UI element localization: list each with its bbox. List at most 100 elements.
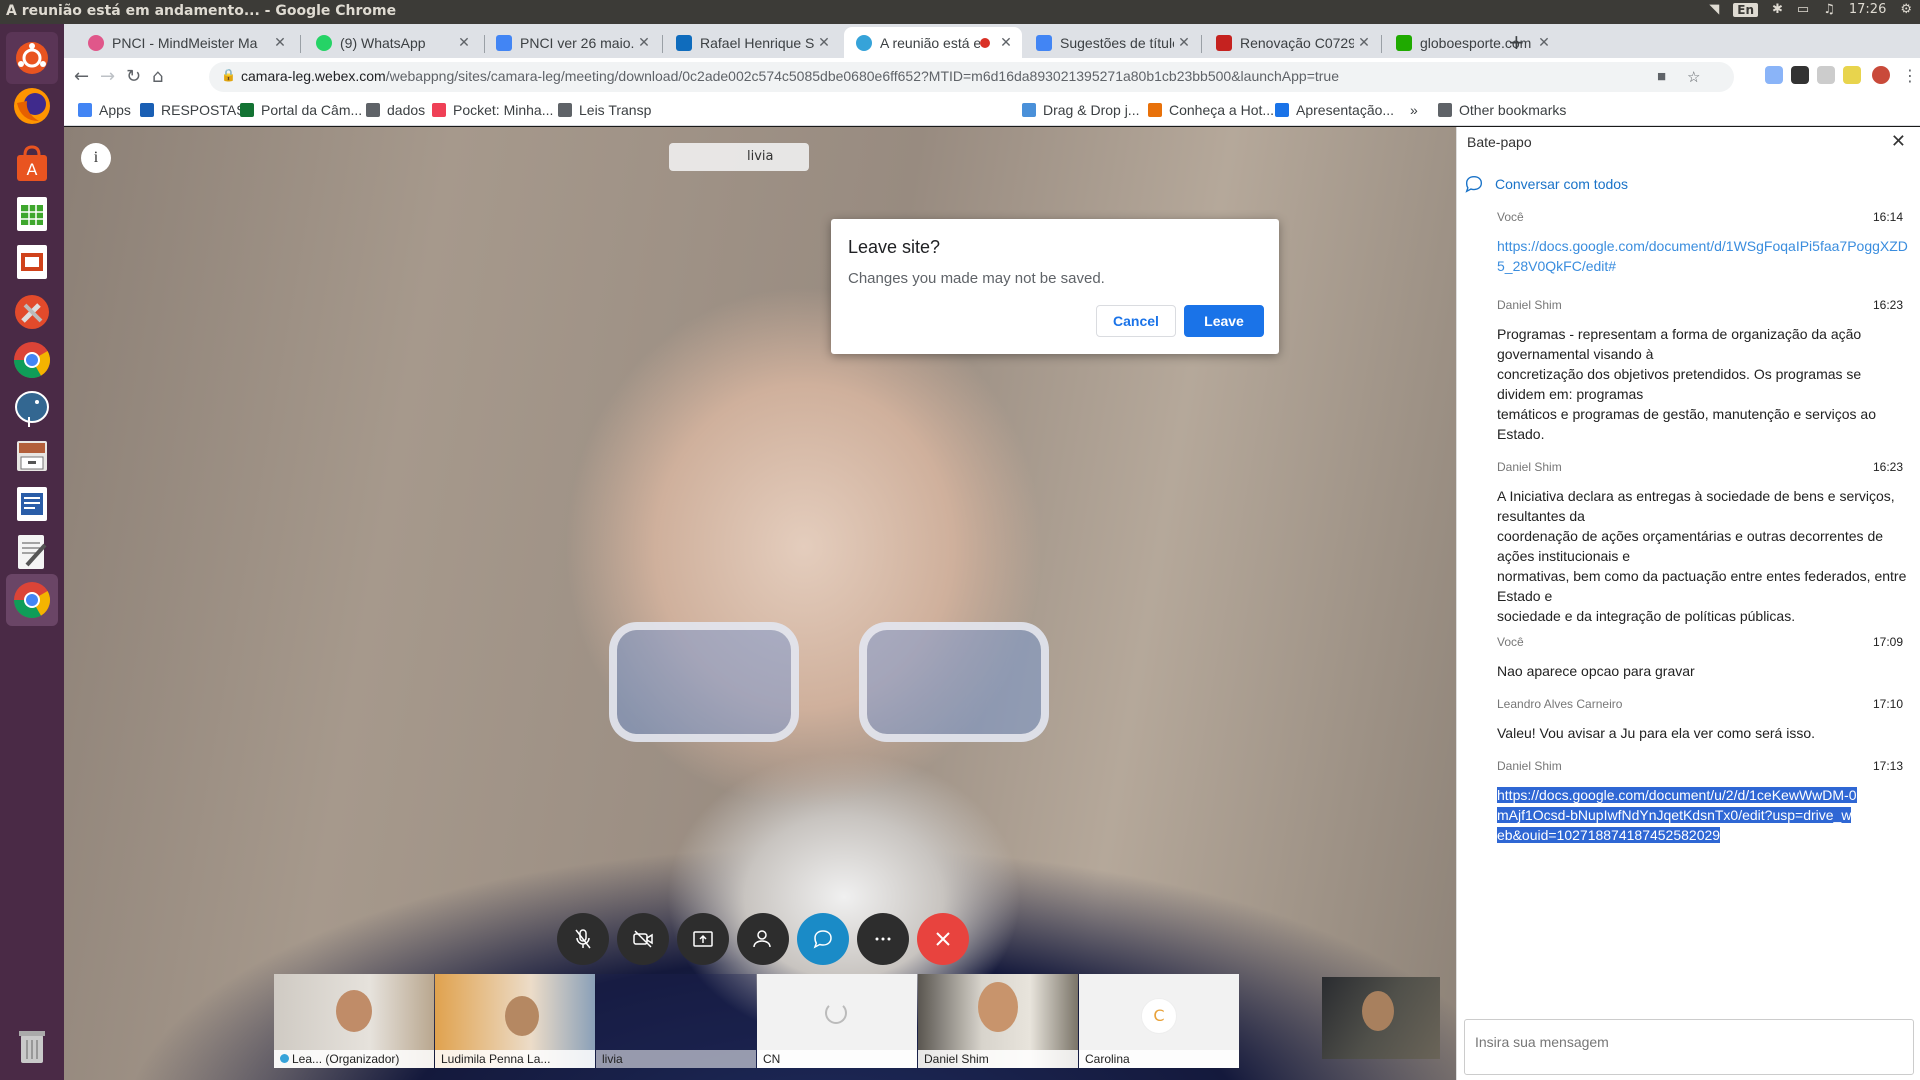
message-sender: Daniel Shim: [1497, 298, 1562, 312]
chrome-active-launcher[interactable]: [6, 574, 58, 626]
participant-thumbnail[interactable]: Ludimila Penna La...: [435, 974, 595, 1068]
bookmark-apps[interactable]: Apps: [78, 102, 131, 118]
impress-launcher[interactable]: [6, 236, 58, 288]
bookmark-label: RESPOSTAS: [161, 102, 246, 118]
close-icon[interactable]: ✕: [1891, 131, 1906, 152]
settings-gear-icon[interactable]: ⚙: [1900, 2, 1912, 17]
more-options-button[interactable]: [857, 913, 909, 965]
chat-button[interactable]: [797, 913, 849, 965]
chat-message: Leandro Alves Carneiro 17:10 Valeu! Vou …: [1497, 697, 1911, 743]
software-center-launcher[interactable]: A: [6, 138, 58, 190]
self-view-thumbnail[interactable]: [1322, 977, 1440, 1059]
system-tools-launcher[interactable]: [6, 286, 58, 338]
calc-launcher[interactable]: [6, 188, 58, 240]
chat-message-input[interactable]: Insira sua mensagem: [1464, 1019, 1914, 1075]
message-body: Nao aparece opcao para gravar: [1497, 663, 1695, 679]
message-sender: Daniel Shim: [1497, 759, 1562, 773]
message-link-selected[interactable]: https://docs.google.com/document/u/2/d/1…: [1497, 785, 1857, 845]
bookmark-label: Conheça a Hot...: [1169, 102, 1275, 118]
wrench-screwdriver-icon: [15, 295, 49, 329]
bookmark-leis-transp[interactable]: Leis Transp: [558, 102, 651, 118]
file-manager-launcher[interactable]: [6, 430, 58, 482]
close-icon[interactable]: ✕: [1534, 34, 1554, 51]
lock-icon[interactable]: 🔒: [221, 68, 236, 82]
url-text[interactable]: camara-leg.webex.com/webappng/sites/cama…: [241, 68, 1339, 84]
bookmark-hotmart[interactable]: Conheça a Hot...: [1148, 102, 1274, 118]
wifi-icon[interactable]: ◥: [1709, 2, 1719, 17]
participant-video: [336, 990, 372, 1032]
close-icon[interactable]: ✕: [270, 34, 290, 51]
new-tab-button[interactable]: +: [1508, 30, 1525, 54]
close-icon[interactable]: ✕: [814, 34, 834, 51]
camera-blocked-icon[interactable]: ■: [1657, 68, 1666, 85]
bookmarks-overflow-chevron-icon[interactable]: »: [1410, 102, 1418, 118]
keyboard-layout-indicator[interactable]: En: [1733, 2, 1759, 17]
leave-site-dialog: Leave site? Changes you made may not be …: [831, 219, 1279, 354]
bookmark-drag-drop[interactable]: Drag & Drop j...: [1022, 102, 1139, 118]
message-link[interactable]: https://docs.google.com/document/d/1WSgF…: [1497, 236, 1911, 276]
close-icon[interactable]: ✕: [1174, 34, 1194, 51]
video-toggle-button[interactable]: [617, 913, 669, 965]
meeting-info-icon[interactable]: i: [81, 143, 111, 173]
bluetooth-icon[interactable]: ✱: [1772, 2, 1783, 17]
back-arrow-icon[interactable]: ←: [74, 66, 89, 87]
bulb-extension-icon[interactable]: [1843, 66, 1861, 84]
chrome-launcher[interactable]: [6, 334, 58, 386]
share-content-button[interactable]: [677, 913, 729, 965]
pgadmin-launcher[interactable]: [6, 382, 58, 434]
ubuntu-dash-button[interactable]: [6, 32, 58, 84]
tab-pnci-docx[interactable]: PNCI ver 26 maio.docx ✕: [484, 27, 660, 58]
close-icon[interactable]: ✕: [996, 34, 1016, 51]
volume-icon[interactable]: ♫: [1823, 2, 1835, 17]
clock[interactable]: 17:26: [1849, 2, 1886, 17]
incognito-extension-icon[interactable]: [1791, 66, 1809, 84]
close-icon[interactable]: ✕: [634, 34, 654, 51]
chat-recipient-selector[interactable]: Conversar com todos: [1463, 173, 1628, 195]
mendeley-extension-icon[interactable]: [1817, 66, 1835, 84]
battery-icon[interactable]: ▭: [1797, 2, 1809, 17]
participant-thumbnail[interactable]: C Carolina: [1079, 974, 1239, 1068]
firefox-launcher[interactable]: [6, 80, 58, 132]
close-icon[interactable]: ✕: [454, 34, 474, 51]
participant-thumbnail[interactable]: Lea... (Organizador): [274, 974, 434, 1068]
bookmark-pocket[interactable]: Pocket: Minha...: [432, 102, 553, 118]
bookmarks-bar: Apps RESPOSTAS Portal da Câm... dados Po…: [64, 96, 1920, 126]
leave-button[interactable]: Leave: [1184, 305, 1264, 337]
loading-spinner-icon: [825, 1002, 847, 1024]
active-speaker-label: livia: [669, 143, 809, 171]
bookmark-portal-camara[interactable]: Portal da Câm...: [240, 102, 362, 118]
address-bar[interactable]: 🔒 camara-leg.webex.com/webappng/sites/ca…: [209, 62, 1734, 92]
forward-arrow-icon[interactable]: →: [100, 66, 115, 87]
bookmark-other[interactable]: Other bookmarks: [1438, 102, 1566, 118]
participant-thumbnail[interactable]: livia: [596, 974, 756, 1068]
participant-thumbnail[interactable]: Daniel Shim: [918, 974, 1078, 1068]
participant-name: livia: [596, 1050, 756, 1068]
tab-mindmeister[interactable]: PNCI - MindMeister Ma ✕: [76, 27, 296, 58]
mute-button[interactable]: [557, 913, 609, 965]
profile-avatar[interactable]: [1872, 66, 1890, 84]
extension-icon[interactable]: [1765, 66, 1783, 84]
bookmark-star-icon[interactable]: ☆: [1687, 68, 1700, 86]
writer-launcher[interactable]: [6, 478, 58, 530]
tab-whatsapp[interactable]: (9) WhatsApp ✕: [304, 27, 480, 58]
bookmark-respostas[interactable]: RESPOSTAS: [140, 102, 246, 118]
tab-webex-meeting[interactable]: A reunião está em a ✕: [844, 27, 1022, 58]
bookmark-dados[interactable]: dados: [366, 102, 425, 118]
cancel-button[interactable]: Cancel: [1096, 305, 1176, 337]
tab-sugestoes[interactable]: Sugestões de títulos - G ✕: [1024, 27, 1200, 58]
trash-launcher[interactable]: [6, 1020, 58, 1072]
tab-outlook[interactable]: Rafael Henrique Santo ✕: [664, 27, 840, 58]
home-icon[interactable]: ⌂: [152, 66, 163, 87]
bookmark-apresentacao[interactable]: Apresentação...: [1275, 102, 1394, 118]
message-body: Valeu! Vou avisar a Ju para ela ver como…: [1497, 725, 1816, 741]
participant-thumbnail[interactable]: CN: [757, 974, 917, 1068]
chat-message: Você 17:09 Nao aparece opcao para gravar: [1497, 635, 1911, 681]
tab-globoesporte[interactable]: globoesporte.com ✕: [1384, 27, 1560, 58]
tab-renovacao[interactable]: Renovação C07294 - raf ✕: [1204, 27, 1380, 58]
reload-icon[interactable]: ↻: [126, 66, 141, 87]
leave-meeting-button[interactable]: [917, 913, 969, 965]
text-editor-launcher[interactable]: [6, 526, 58, 578]
participants-button[interactable]: [737, 913, 789, 965]
close-icon[interactable]: ✕: [1354, 34, 1374, 51]
menu-dots-icon[interactable]: ⋮: [1902, 66, 1918, 85]
